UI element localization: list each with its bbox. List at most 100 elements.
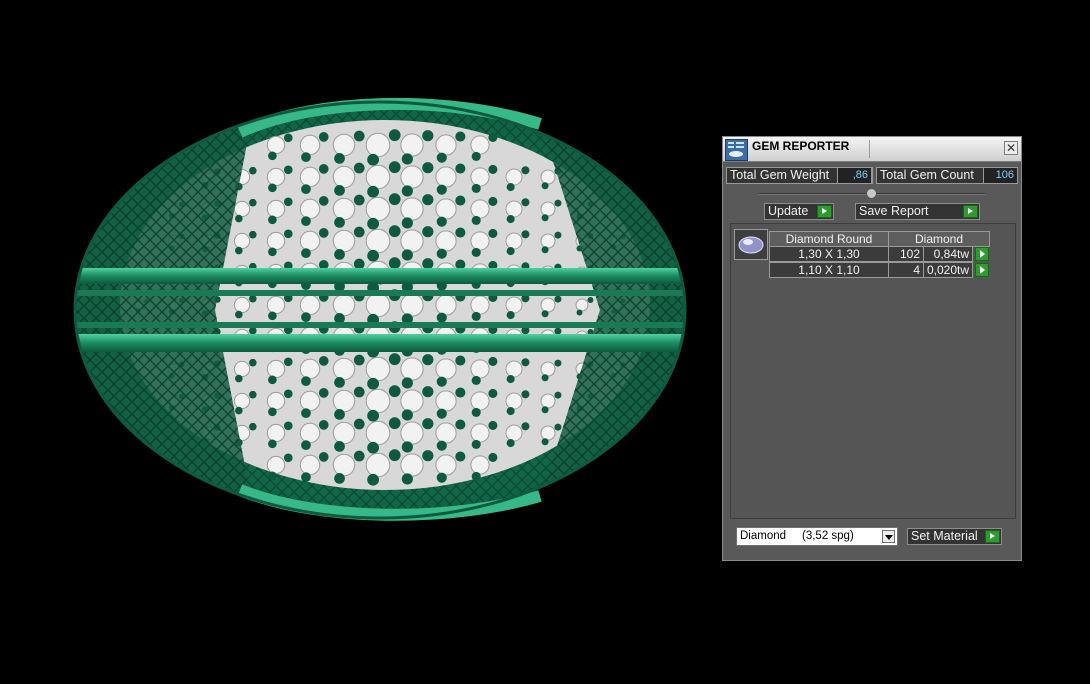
gem-stone xyxy=(470,391,490,411)
gem-stone xyxy=(332,453,356,477)
gem-prong xyxy=(471,311,481,321)
gem-stone xyxy=(505,392,523,410)
gem-prong xyxy=(367,441,379,454)
gem-stone xyxy=(505,424,523,442)
save-report-play-icon[interactable] xyxy=(963,205,978,218)
update-button[interactable]: Update xyxy=(764,203,834,220)
gem-stone xyxy=(400,421,424,445)
gem-stone xyxy=(365,164,391,190)
material-select[interactable]: Diamond (3,52 spg) xyxy=(736,527,898,546)
gem-stone xyxy=(470,423,490,443)
gem-prong xyxy=(353,354,365,366)
gem-stone xyxy=(365,420,391,446)
gem-stone xyxy=(470,359,490,379)
gem-prong xyxy=(268,407,277,417)
gem-prong xyxy=(334,249,345,260)
gem-prong xyxy=(541,374,549,382)
gem-prong xyxy=(353,130,365,142)
gem-stone xyxy=(266,391,286,411)
gem-stone xyxy=(332,133,356,157)
gem-prong xyxy=(488,388,498,398)
gem-reporter-app-icon xyxy=(725,139,748,161)
gem-prong xyxy=(455,355,466,366)
gem-prong xyxy=(401,377,413,389)
gem-prong xyxy=(353,418,365,430)
gem-prong xyxy=(283,389,293,399)
gem-stone xyxy=(332,165,356,189)
gem-prong xyxy=(353,162,365,174)
chevron-down-icon[interactable] xyxy=(882,530,895,543)
gem-prong xyxy=(301,184,311,194)
gem-stone xyxy=(365,228,391,254)
gem-stone xyxy=(266,167,286,187)
update-play-icon[interactable] xyxy=(817,205,832,218)
gem-stone xyxy=(266,295,286,315)
gem-prong xyxy=(318,356,329,366)
gem-prong xyxy=(471,151,481,161)
gem-prong xyxy=(436,216,447,227)
gem-prong xyxy=(455,451,466,462)
gem-stone xyxy=(233,232,251,250)
gem-slider-thumb[interactable] xyxy=(866,188,877,199)
gem-list[interactable]: Diamond Round Diamond 1,30 X 1,30 102 0,… xyxy=(730,223,1016,519)
gem-prong xyxy=(388,129,401,142)
gem-prong xyxy=(283,453,293,463)
gem-prong xyxy=(268,439,277,449)
gem-stone xyxy=(435,390,457,412)
gem-stone xyxy=(540,361,556,377)
gem-stone xyxy=(435,198,457,220)
gem-stone xyxy=(266,135,286,155)
gem-stone xyxy=(233,296,251,314)
save-report-button-label: Save Report xyxy=(859,204,929,218)
gem-stone xyxy=(505,168,523,186)
save-report-button[interactable]: Save Report xyxy=(855,203,980,220)
gem-prong xyxy=(301,312,311,322)
gem-prong xyxy=(301,440,311,450)
gem-prong xyxy=(353,226,365,238)
set-material-button[interactable]: Set Material xyxy=(907,528,1002,545)
ring-model[interactable] xyxy=(0,0,720,684)
gem-prong xyxy=(422,226,434,238)
gem-prong xyxy=(521,198,530,207)
gem-prong xyxy=(488,452,498,462)
gem-prong xyxy=(268,215,277,225)
gem-prong xyxy=(422,354,434,366)
gem-prong xyxy=(541,214,549,222)
row-select-play-icon[interactable] xyxy=(975,263,989,277)
gem-thumbnail[interactable] xyxy=(734,229,768,260)
total-gem-weight-value: ,86 xyxy=(837,167,872,184)
gem-stone xyxy=(470,231,490,251)
gem-prong xyxy=(554,295,562,303)
gem-prong xyxy=(248,230,257,239)
row-select-play-icon[interactable] xyxy=(975,247,989,261)
close-icon[interactable]: ✕ xyxy=(1004,141,1018,155)
gem-prong xyxy=(235,374,243,383)
gem-stone xyxy=(435,422,457,444)
gem-prong xyxy=(401,441,413,453)
gem-stone xyxy=(299,358,321,380)
gem-prong xyxy=(401,217,413,229)
gem-stone xyxy=(470,135,490,155)
gem-prong xyxy=(283,197,293,207)
gem-prong xyxy=(506,215,515,224)
gem-prong xyxy=(554,231,562,239)
gem-stone xyxy=(266,231,286,251)
gem-prong xyxy=(401,409,413,421)
gem-prong xyxy=(283,165,293,175)
gem-prong xyxy=(488,164,498,174)
gem-prong xyxy=(353,194,365,206)
gem-prong xyxy=(235,246,243,255)
gem-stone xyxy=(575,298,589,312)
set-material-play-icon[interactable] xyxy=(985,530,1000,543)
gem-stone xyxy=(332,293,356,317)
gem-stone xyxy=(540,233,556,249)
gem-prong xyxy=(554,359,562,367)
gem-stone xyxy=(505,360,523,378)
gem-stone xyxy=(299,422,321,444)
title-bar[interactable]: GEM REPORTER ✕ xyxy=(723,137,1021,162)
gem-prong xyxy=(422,130,434,142)
3d-viewport[interactable] xyxy=(0,0,720,684)
gem-reporter-panel: GEM REPORTER ✕ Total Gem Weight ,86 Tota… xyxy=(722,136,1022,561)
gem-prong xyxy=(388,225,401,238)
gem-prong xyxy=(554,199,562,207)
